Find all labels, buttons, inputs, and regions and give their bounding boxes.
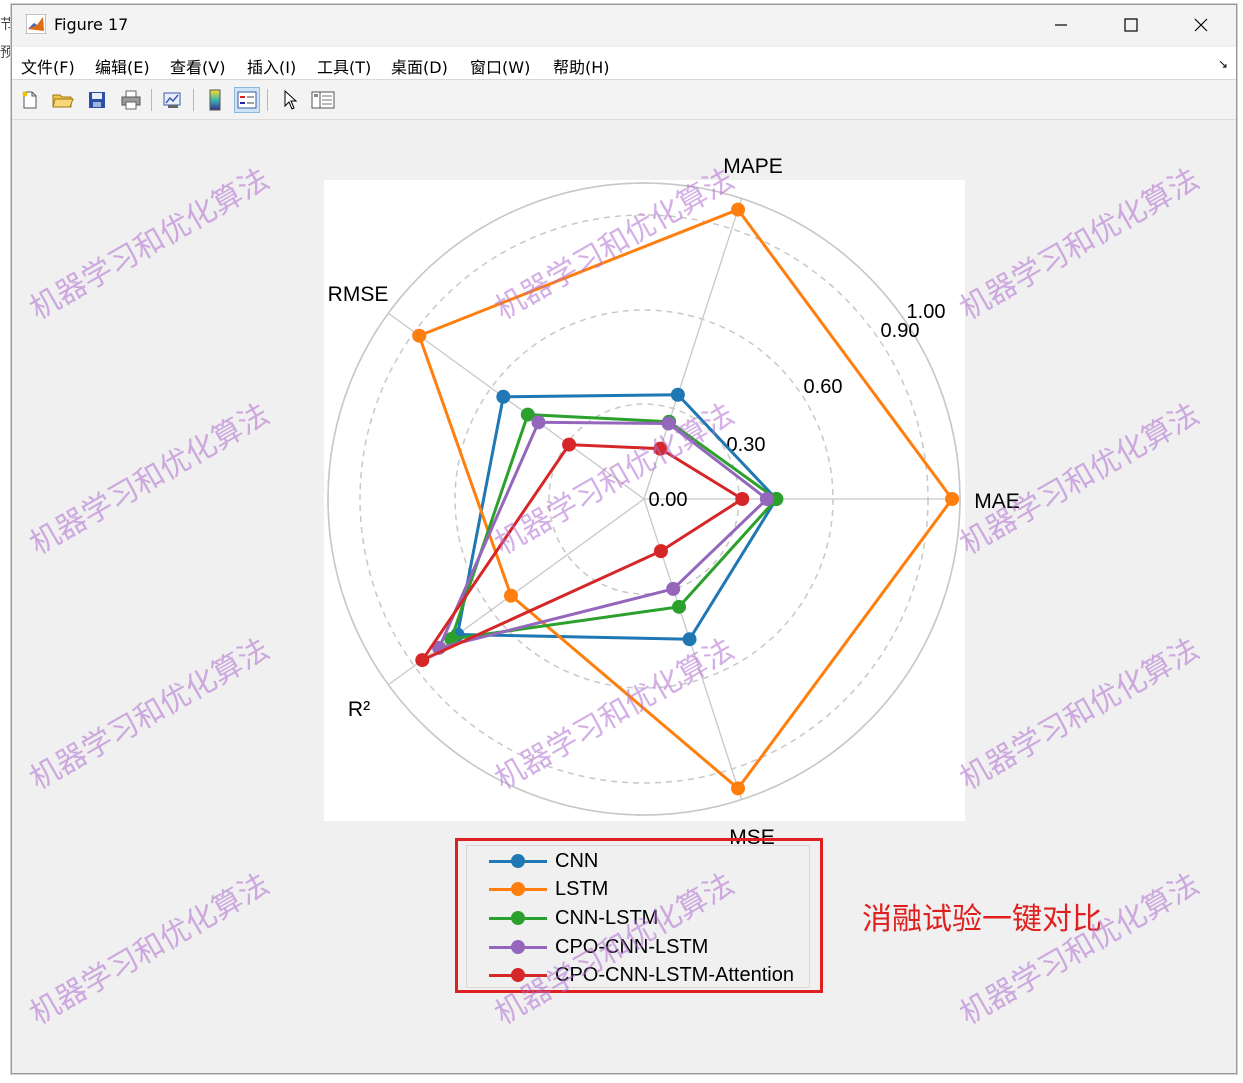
series-point	[661, 416, 676, 431]
series-point	[672, 599, 687, 614]
legend-label: CNN-LSTM	[555, 907, 659, 929]
legend-entry[interactable]: CNN-LSTM	[477, 905, 817, 931]
axis-label: RMSE	[328, 283, 389, 306]
legend-entry[interactable]: LSTM	[477, 876, 817, 902]
legend-entry[interactable]: CPO-CNN-LSTM-Attention	[477, 962, 817, 988]
legend-label: CNN	[555, 850, 599, 872]
series-point	[415, 653, 430, 668]
series-point	[496, 389, 511, 404]
legend-label: LSTM	[555, 878, 609, 900]
series-point	[653, 544, 668, 559]
series-point	[670, 387, 685, 402]
axis-label: MAPE	[723, 155, 783, 178]
series-point	[562, 437, 577, 452]
series-point	[412, 328, 427, 343]
series-point	[731, 781, 746, 796]
series-point	[735, 492, 750, 506]
legend-label: CPO-CNN-LSTM	[555, 936, 709, 958]
legend-swatch-marker	[511, 940, 525, 954]
legend-swatch-marker	[511, 854, 525, 868]
legend-entry[interactable]: CNN	[477, 848, 817, 874]
legend-label: CPO-CNN-LSTM-Attention	[555, 964, 794, 986]
series-point	[945, 492, 960, 506]
radial-tick-label: 1.00	[907, 301, 946, 323]
radial-tick-label: 0.60	[804, 376, 843, 398]
legend-swatch-marker	[511, 911, 525, 925]
series-point	[666, 581, 681, 596]
legend-entry[interactable]: CPO-CNN-LSTM	[477, 934, 817, 960]
legend: CNN LSTM CNN-LSTM CPO-CNN-LSTM CPO-CNN-L…	[466, 845, 810, 988]
series-point	[503, 588, 518, 603]
radial-tick-label: 0.90	[881, 320, 920, 342]
radial-tick-label: 0.00	[649, 489, 688, 511]
axis-label: R²	[348, 698, 370, 721]
legend-swatch-marker	[511, 968, 525, 982]
legend-swatch-marker	[511, 882, 525, 896]
series-point	[682, 632, 697, 647]
legend-highlight-frame: CNN LSTM CNN-LSTM CPO-CNN-LSTM CPO-CNN-L…	[455, 838, 823, 993]
annotation-text: 消融试验一键对比	[862, 902, 1102, 937]
series-point	[531, 415, 546, 430]
series-point	[759, 492, 774, 506]
series-point	[731, 202, 746, 217]
series-point	[653, 441, 668, 456]
axis-label: MAE	[974, 490, 1020, 513]
